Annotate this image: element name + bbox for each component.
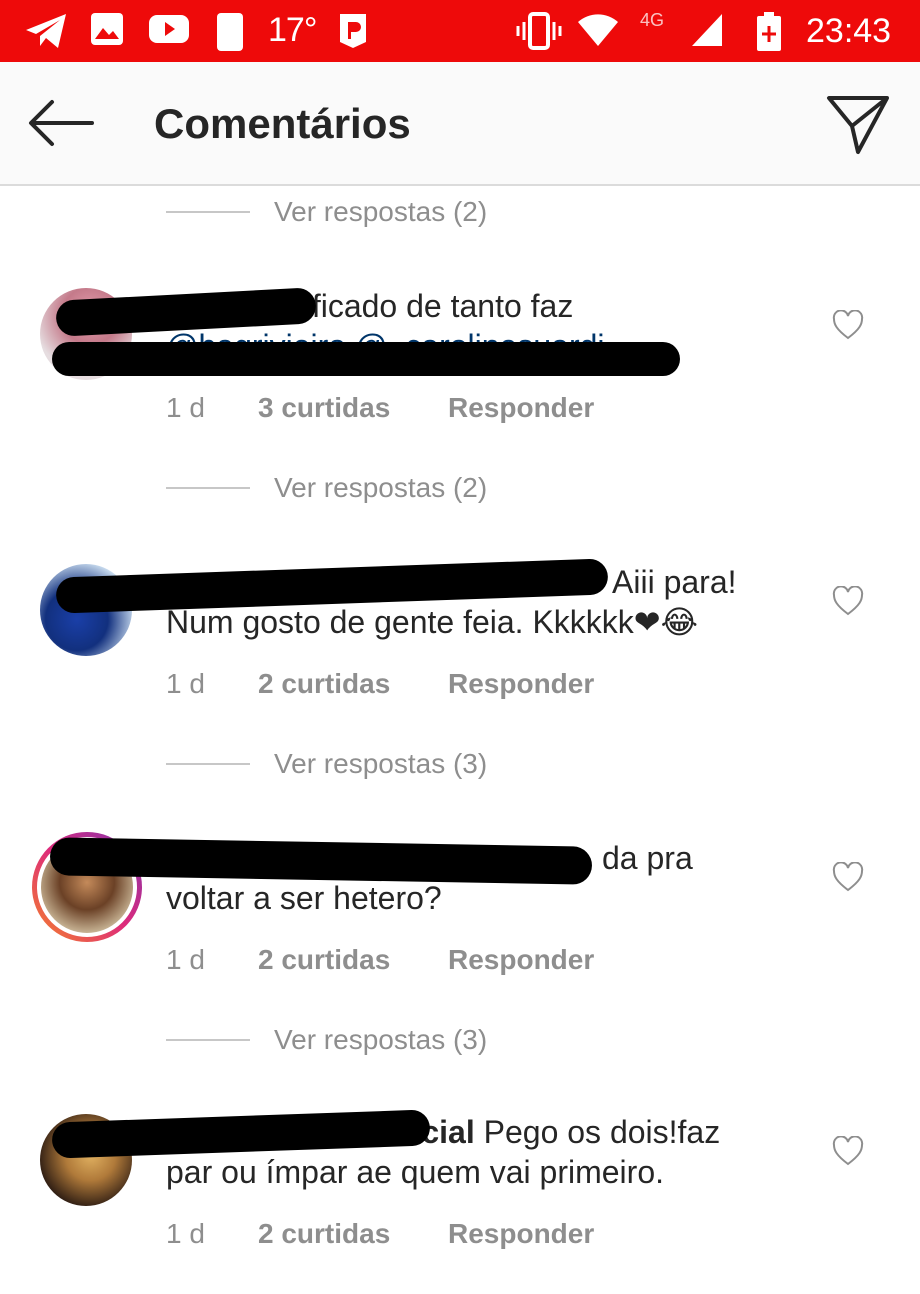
comment-body: Aiii para! [612,564,737,600]
reply-button[interactable]: Responder [448,392,594,424]
reply-button[interactable]: Responder [448,1218,594,1250]
direct-send-icon[interactable] [826,92,890,156]
comment-time: 1 d [166,668,205,699]
likes-count[interactable]: 2 curtidas [258,1218,448,1250]
view-replies-label: Ver respostas (2) [274,472,488,503]
view-replies-label: Ver respostas (3) [274,748,488,779]
heart-icon[interactable] [832,586,864,616]
comment-body-line2: Num gosto de gente feia. Kkkkkk❤😂 [166,604,698,640]
reply-button[interactable]: Responder [448,668,594,700]
replies-divider-line [166,1039,250,1041]
back-arrow-icon[interactable] [26,98,96,148]
comment-body-line2: voltar a ser hetero? [166,880,442,916]
app-notification-icon [340,14,366,48]
comment-time: 1 d [166,944,205,975]
comment-item: da pra voltar a ser hetero? 1 d 2 curtid… [0,832,920,1020]
app-header: Comentários [0,62,920,186]
heart-icon[interactable] [832,862,864,892]
replies-divider-line [166,763,250,765]
view-replies-button[interactable]: Ver respostas (3) [166,1020,487,1060]
battery-icon [757,12,781,51]
signal-icon [692,14,722,46]
telegram-icon [26,14,66,48]
likes-count[interactable]: 3 curtidas [258,392,448,424]
heart-icon[interactable] [832,1136,864,1166]
heart-icon[interactable] [832,310,864,340]
view-replies-label: Ver respostas (2) [274,196,488,227]
comment-time: 1 d [166,392,205,423]
view-replies-button[interactable]: Ver respostas (2) [166,192,487,232]
comment-body: Pego os dois!faz [474,1114,721,1150]
comment-body: da pra [602,840,693,876]
view-replies-button[interactable]: Ver respostas (3) [166,744,487,784]
view-replies-label: Ver respostas (3) [274,1024,488,1055]
reply-button[interactable]: Responder [448,944,594,976]
page-title: Comentários [154,100,411,147]
gallery-icon [91,13,123,45]
comment-body-line2: par ou ímpar ae quem vai primeiro. [166,1154,664,1190]
vibrate-icon [516,12,562,50]
dnd-moon-icon [217,13,243,51]
temperature-text: 17° [268,11,317,49]
comment-item: oantarellioficial Pego os dois!faz par o… [0,1109,920,1294]
comment-time: 1 d [166,1218,205,1249]
comment-meta: 1 d 3 curtidas Responder [166,392,594,424]
comment-meta: 1 d 2 curtidas Responder [166,668,594,700]
comment-item: gs O significado de tanto faz @bagriviei… [0,287,920,468]
comment-item: Aiii para! Num gosto de gente feia. Kkkk… [0,558,920,744]
redaction-mark [52,342,680,376]
comment-meta: 1 d 2 curtidas Responder [166,944,594,976]
view-replies-button[interactable]: Ver respostas (2) [166,468,487,508]
comment-meta: 1 d 2 curtidas Responder [166,1218,594,1250]
replies-divider-line [166,487,250,489]
replies-divider-line [166,211,250,213]
likes-count[interactable]: 2 curtidas [258,668,448,700]
youtube-icon [149,15,189,43]
status-bar: 17° 4G 23:43 [0,0,920,62]
likes-count[interactable]: 2 curtidas [258,944,448,976]
wifi-icon [578,14,618,46]
clock-text: 23:43 [806,12,892,50]
network-type-text: 4G [640,10,665,30]
